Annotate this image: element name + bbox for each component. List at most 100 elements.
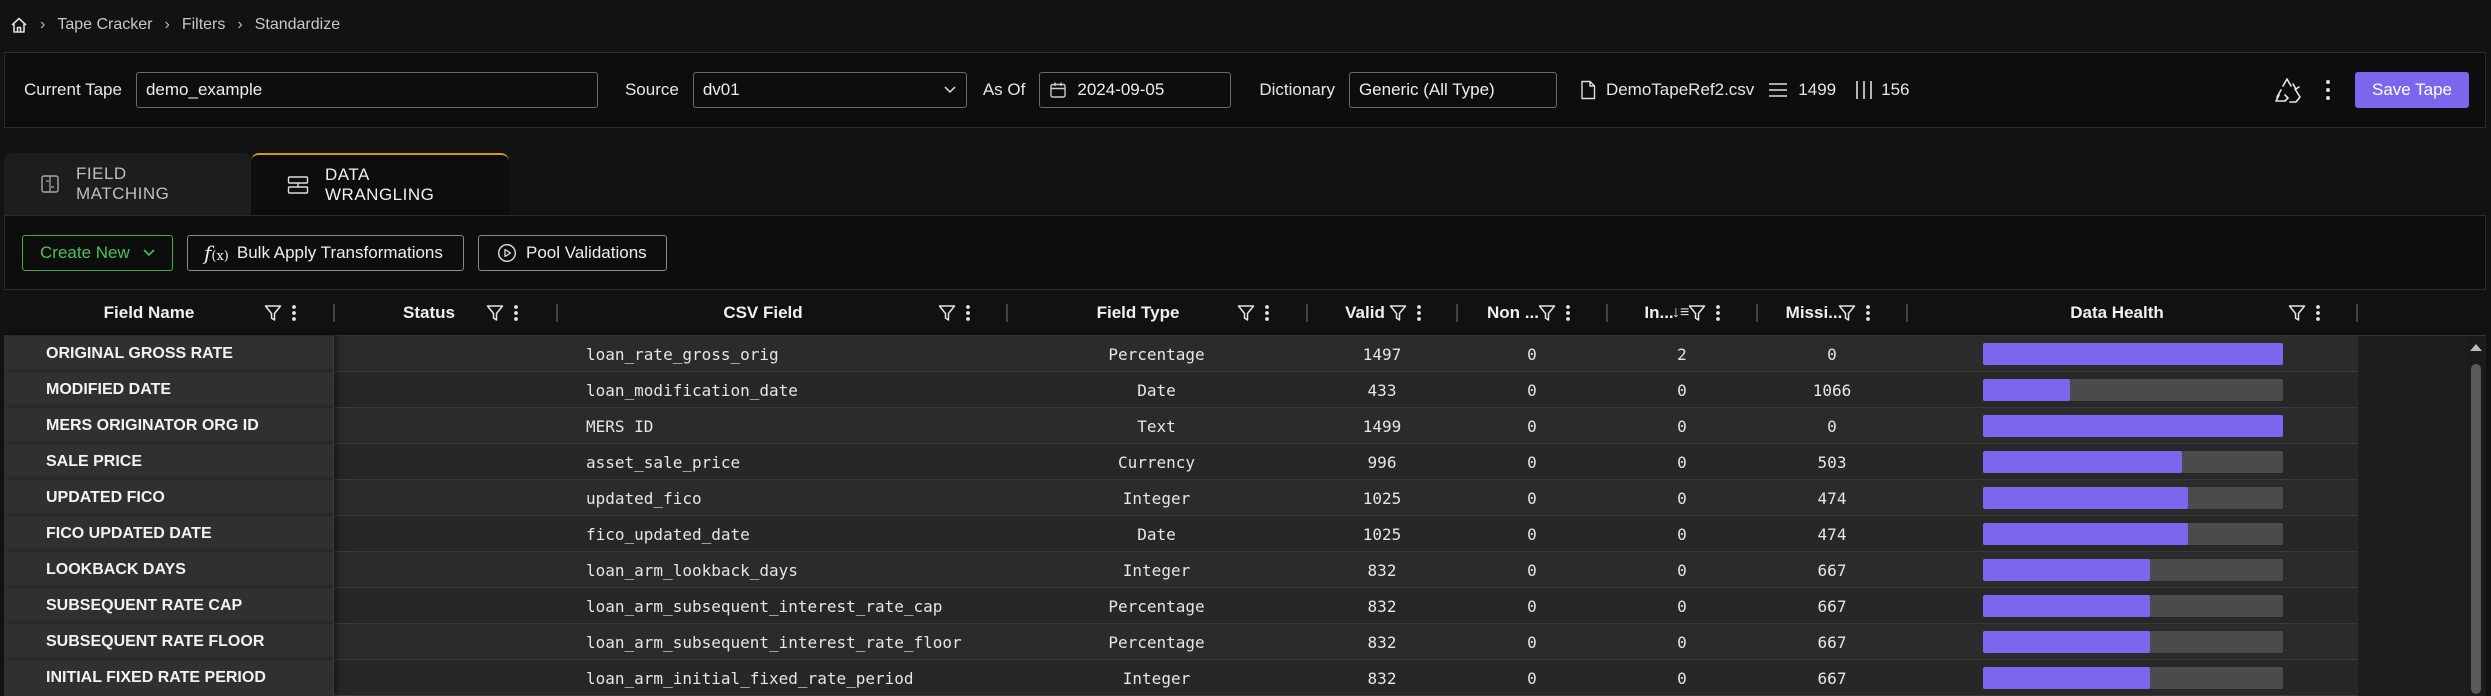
filter-icon[interactable] (1389, 304, 1407, 322)
cell-status (334, 588, 557, 624)
cell-valid: 433 (1367, 380, 1397, 400)
breadcrumb-tape-cracker[interactable]: Tape Cracker (57, 16, 152, 34)
cell-csv-field: asset_sale_price (586, 452, 741, 472)
cell-field-type: Text (1137, 416, 1176, 436)
cell-missing: 667 (1817, 632, 1847, 652)
data-health-bar (1983, 667, 2283, 689)
column-header-label: Field Name (103, 303, 195, 322)
cell-csv-field: loan_arm_subsequent_interest_rate_cap (586, 596, 943, 616)
dictionary-select[interactable]: Generic (All Type) (1348, 72, 1557, 108)
cell-field-type: Integer (1122, 488, 1191, 508)
cell-non: 0 (1527, 632, 1537, 652)
column-menu-icon[interactable] (513, 304, 519, 322)
bulk-apply-transformations-button[interactable]: f(x) Bulk Apply Transformations (187, 234, 464, 271)
cell-field-name: MODIFIED DATE (4, 372, 334, 408)
cell-field-name: ORIGINAL GROSS RATE (4, 336, 334, 372)
cell-missing: 474 (1817, 488, 1847, 508)
data-health-fill (1983, 343, 2283, 365)
filter-icon[interactable] (2288, 304, 2306, 322)
column-header-field-type[interactable]: Field Type (1007, 290, 1269, 336)
column-menu-icon[interactable] (1715, 304, 1721, 322)
save-tape-button[interactable]: Save Tape (2355, 72, 2469, 108)
cell-missing: 667 (1817, 560, 1847, 580)
column-header-label: Valid (1345, 303, 1385, 322)
data-health-bar (1983, 415, 2283, 437)
table-row[interactable]: INITIAL FIXED RATE PERIOD loan_arm_initia… (4, 660, 2358, 696)
table-row[interactable]: MERS ORIGINATOR ORG ID MERS ID Text 1499 0 0 0 (4, 408, 2358, 444)
cell-csv-field: MERS ID (586, 416, 654, 436)
column-menu-icon[interactable] (965, 304, 971, 322)
table-row[interactable]: LOOKBACK DAYS loan_arm_lookback_days Integ… (4, 552, 2358, 588)
home-icon[interactable] (10, 16, 28, 34)
cell-status (334, 408, 557, 444)
tab-field-matching[interactable]: FIELD MATCHING (4, 153, 251, 215)
column-menu-icon[interactable] (1865, 304, 1871, 322)
table-row[interactable]: SALE PRICE asset_sale_price Currency 996 0 0 5… (4, 444, 2358, 480)
cell-in: 0 (1677, 452, 1687, 472)
data-wrangling-icon (287, 175, 309, 195)
cell-missing: 474 (1817, 524, 1847, 544)
cell-field-name: SALE PRICE (4, 444, 334, 480)
column-header-label: CSV Field (723, 303, 803, 322)
table-row[interactable]: UPDATED FICO updated_fico Integer 1025 0 0 474 (4, 480, 2358, 516)
dictionary-label: Dictionary (1259, 80, 1335, 99)
filter-icon[interactable] (1838, 304, 1856, 322)
scroll-up-arrow-icon[interactable] (2470, 344, 2482, 351)
sort-descending-icon[interactable]: ↓≡ (1672, 304, 1689, 322)
tab-data-wrangling[interactable]: DATA WRANGLING (251, 153, 509, 215)
create-new-button[interactable]: Create New (22, 234, 173, 271)
cell-in: 0 (1677, 668, 1687, 688)
table-row[interactable]: SUBSEQUENT RATE FLOOR loan_arm_subsequent… (4, 624, 2358, 660)
column-menu-icon[interactable] (1416, 304, 1422, 322)
dictionary-value: Generic (All Type) (1358, 80, 1495, 99)
current-tape-input[interactable]: demo_example (135, 72, 598, 108)
breadcrumb-filters[interactable]: Filters (182, 16, 226, 34)
cell-csv-field: loan_modification_date (586, 380, 798, 400)
cell-valid: 1497 (1362, 344, 1402, 364)
cell-valid: 1499 (1362, 416, 1402, 436)
data-health-bar (1983, 595, 2283, 617)
column-header-csv-field[interactable]: CSV Field (557, 290, 969, 336)
cell-status (334, 624, 557, 660)
cell-field-type: Percentage (1108, 344, 1205, 364)
filter-icon[interactable] (938, 304, 956, 322)
column-header-field-name[interactable]: Field Name (4, 290, 294, 336)
chevron-right-icon: › (164, 16, 170, 33)
cell-in: 0 (1677, 380, 1687, 400)
recycle-icon[interactable] (2273, 75, 2303, 105)
column-header-label: Field Type (1096, 303, 1180, 322)
table-row[interactable]: FICO UPDATED DATE fico_updated_date Date 10… (4, 516, 2358, 552)
table-row[interactable]: SUBSEQUENT RATE CAP loan_arm_subsequent_i… (4, 588, 2358, 624)
column-separator[interactable] (2356, 304, 2358, 322)
as-of-date-input[interactable]: 2024-09-05 (1039, 72, 1232, 108)
column-menu-icon[interactable] (1565, 304, 1571, 322)
filter-icon[interactable] (1688, 304, 1706, 322)
column-menu-icon[interactable] (1264, 304, 1270, 322)
breadcrumb-standardize: Standardize (254, 16, 341, 33)
table-row[interactable]: MODIFIED DATE loan_modification_date Date 4… (4, 372, 2358, 408)
rows-count: 1499 (1798, 80, 1837, 99)
source-value: dv01 (702, 80, 740, 99)
filter-icon[interactable] (1237, 304, 1255, 322)
more-vert-icon[interactable] (2325, 79, 2331, 101)
filter-icon[interactable] (264, 304, 282, 322)
tab-field-matching-label: FIELD MATCHING (76, 164, 170, 203)
columns-count: 156 (1881, 80, 1910, 99)
source-select[interactable]: dv01 (692, 72, 967, 108)
vertical-scrollbar[interactable] (2466, 336, 2486, 696)
rows-icon (1768, 82, 1788, 98)
column-menu-icon[interactable] (2315, 304, 2321, 322)
column-header-data-health[interactable]: Data Health (1907, 290, 2327, 336)
data-grid: Field Name Status CSV Field Field Type V… (4, 290, 2486, 696)
column-menu-icon[interactable] (291, 304, 297, 322)
cell-in: 0 (1677, 596, 1687, 616)
pool-validations-button[interactable]: Pool Validations (478, 234, 667, 271)
cell-field-type: Currency (1117, 452, 1196, 472)
cell-status (334, 480, 557, 516)
table-row[interactable]: ORIGINAL GROSS RATE loan_rate_gross_orig P… (4, 336, 2358, 372)
scrollbar-thumb[interactable] (2471, 364, 2481, 694)
data-health-fill (1983, 415, 2283, 437)
filter-icon[interactable] (486, 304, 504, 322)
function-icon: f(x) (204, 240, 229, 265)
filter-icon[interactable] (1538, 304, 1556, 322)
